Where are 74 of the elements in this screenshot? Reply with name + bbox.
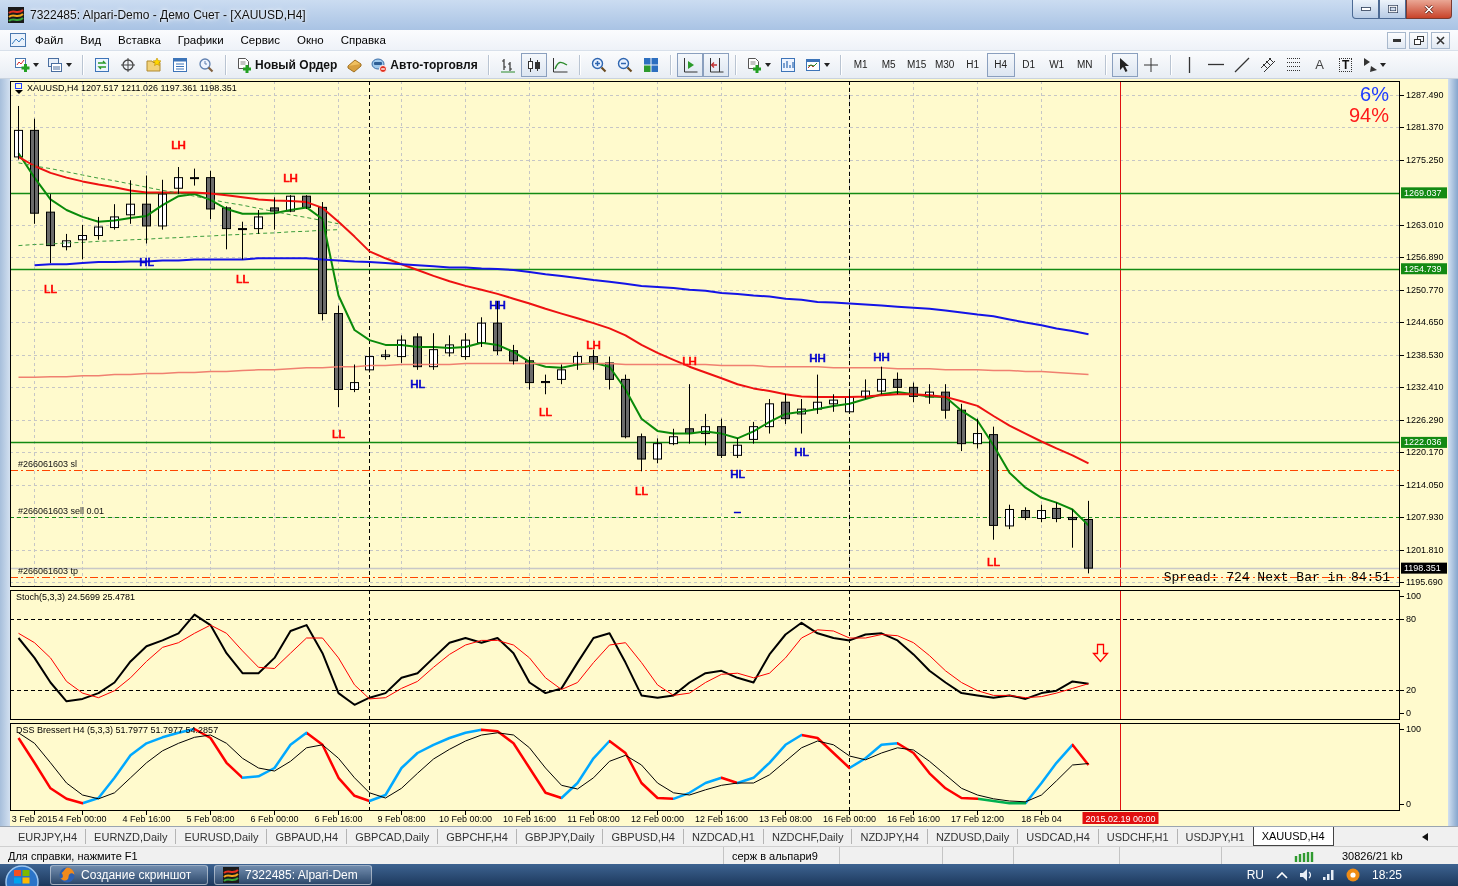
price-tag: 1222.036 [1401, 436, 1447, 448]
window-title: 7322485: Alpari-Demo - Демо Счет - [XAUUSD,H4] [30, 8, 306, 22]
axis-tick-label: 80 [1406, 614, 1416, 625]
ref-line-label: 1269.037 [1404, 187, 1442, 198]
indicator-title: Stoch(5,3,3) 24.5699 25.4781 [16, 592, 136, 602]
swing-label: HH [873, 350, 890, 363]
swing-label: LL [236, 273, 249, 286]
swing-label: HL [410, 378, 425, 391]
order-label: #266061603 sell 0.01 [18, 506, 105, 517]
price-tag: 1269.037 [1401, 187, 1447, 199]
swing-label: LL [332, 427, 345, 440]
ref-line-label: 1198.351 [1404, 563, 1441, 574]
swing-label: HL [794, 446, 809, 459]
price-tag: 1198.351 [1401, 562, 1447, 574]
axis-tick-label: 1263.010 [1406, 219, 1444, 230]
axis-tick-label: 20 [1406, 684, 1416, 695]
swing-label: HH [809, 351, 826, 364]
swing-label: LH [283, 171, 298, 184]
axis-tick-label: 1220.170 [1406, 447, 1444, 458]
axis-tick-label: 1201.810 [1406, 544, 1444, 555]
time-axis-label: 18 Feb 04 [1021, 814, 1062, 824]
axis-tick-label: 100 [1406, 590, 1422, 601]
time-axis-label: 16 Feb 00:00 [823, 814, 876, 824]
time-axis-label: 11 Feb 08:00 [567, 814, 620, 824]
axis-tick-label: 1256.890 [1406, 252, 1444, 263]
axis-tick-label: 1195.690 [1406, 577, 1443, 587]
axis-tick-label: 1207.930 [1406, 512, 1444, 523]
swing-label: LL [539, 405, 552, 418]
swing-label: LH [586, 338, 601, 351]
time-axis-label: 12 Feb 16:00 [695, 814, 748, 824]
axis-tick-label: 1250.770 [1406, 284, 1444, 295]
time-tag: 2015.02.19 00:00 [1082, 812, 1159, 824]
swing-label: – [734, 504, 741, 517]
axis-tick-label: 0 [1406, 799, 1411, 809]
time-axis-label: 10 Feb 16:00 [503, 814, 556, 824]
time-axis-label: 10 Feb 00:00 [439, 814, 492, 824]
price-tag: 1254.739 [1401, 263, 1447, 275]
swing-label: LH [682, 354, 697, 367]
time-axis-label: 9 Feb 08:00 [377, 814, 426, 824]
time-axis-label: 13 Feb 08:00 [759, 814, 812, 824]
order-label: #266061603 tp [18, 566, 79, 577]
swing-label: LL [44, 282, 57, 295]
ref-line-label: 1254.739 [1404, 263, 1442, 274]
time-axis-label: 12 Feb 00:00 [631, 814, 684, 824]
status-text: 30826/21 kb [1342, 849, 1403, 862]
time-axis-label: 4 Feb 16:00 [122, 814, 171, 824]
axis-tick-label: 1238.530 [1406, 349, 1444, 360]
axis-tick-label: 1244.650 [1406, 317, 1444, 328]
time-axis-label: 16 Feb 16:00 [887, 814, 940, 824]
percentage-label: 6% [1360, 83, 1389, 105]
axis-tick-label: 1275.250 [1406, 154, 1444, 165]
axis-tick-label: 1232.410 [1406, 382, 1444, 393]
time-axis-label: 5 Feb 08:00 [186, 814, 235, 824]
axis-tick-label: 100 [1406, 724, 1422, 734]
status-text: серж в альпари9 [732, 849, 818, 862]
time-axis-label: 17 Feb 12:00 [951, 814, 1004, 824]
swing-label: HL [730, 467, 745, 480]
axis-tick-label: 1226.290 [1406, 414, 1444, 425]
axis-tick-label: 1281.370 [1406, 122, 1444, 133]
time-axis-label: 3 Feb 2015 [11, 814, 58, 824]
axis-tick-label: 1214.050 [1406, 479, 1444, 490]
ref-line-label: 1222.036 [1404, 437, 1442, 448]
time-axis-label: 6 Feb 00:00 [250, 814, 299, 824]
axis-tick-label: 0 [1406, 707, 1411, 718]
chart-symbol-title: XAUUSD,H4 1207.517 1211.026 1197.361 1198.351 [27, 83, 237, 93]
time-axis-label: 4 Feb 00:00 [58, 814, 107, 824]
swing-label: LL [635, 484, 648, 497]
status-text: Для справки, нажмите F1 [8, 849, 138, 862]
swing-label: LH [171, 139, 186, 152]
swing-label: LL [987, 555, 1000, 568]
percentage-label: 94% [1348, 104, 1389, 126]
axis-tick-label: 1287.490 [1406, 89, 1444, 100]
order-label: #266061603 sl [18, 459, 78, 470]
time-axis-label: 6 Feb 16:00 [314, 814, 363, 824]
